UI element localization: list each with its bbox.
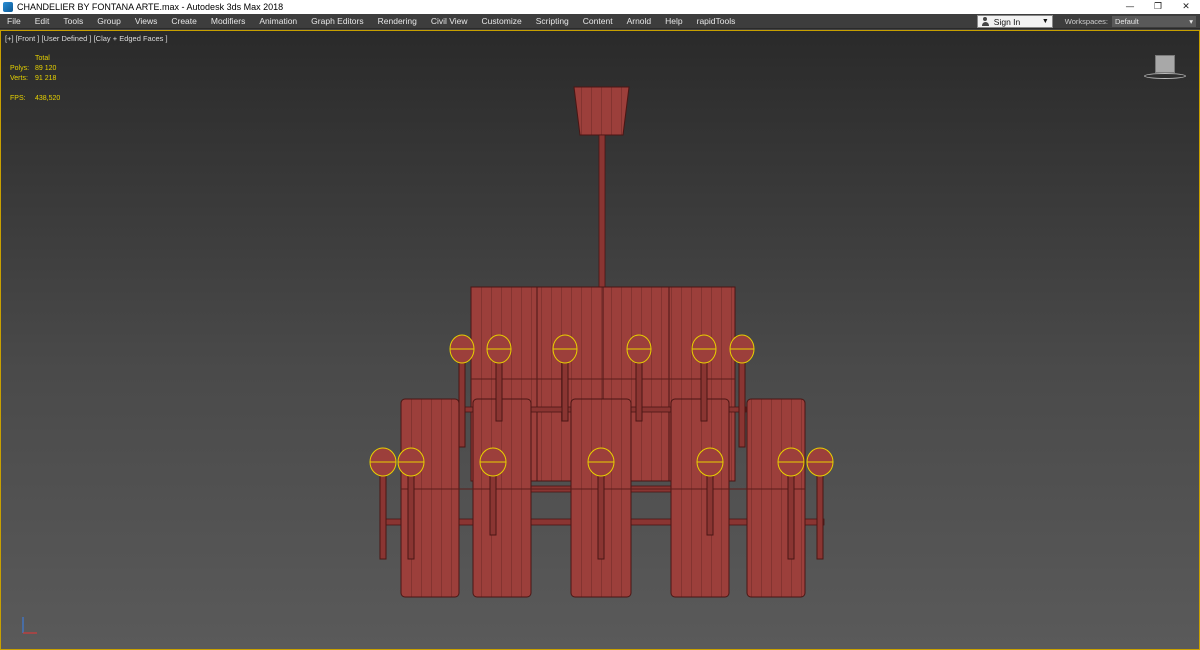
menu-right-group: Sign In ▼ Workspaces: Default ▾ (976, 14, 1200, 29)
close-icon[interactable]: ✕ (1172, 0, 1200, 14)
menu-customize[interactable]: Customize (475, 14, 529, 29)
menu-modifiers[interactable]: Modifiers (204, 14, 252, 29)
chandelier-model[interactable] (1, 31, 1199, 649)
bulb[interactable] (806, 447, 834, 560)
menu-rendering[interactable]: Rendering (371, 14, 424, 29)
front-panel[interactable] (670, 398, 730, 598)
app-icon (3, 2, 13, 12)
menu-graph-editors[interactable]: Graph Editors (304, 14, 370, 29)
workspace-value: Default (1115, 17, 1139, 26)
title-bar: CHANDELIER BY FONTANA ARTE.max - Autodes… (0, 0, 1200, 14)
window-title: CHANDELIER BY FONTANA ARTE.max - Autodes… (17, 2, 284, 12)
sign-in-label: Sign In (993, 16, 1021, 27)
menu-file[interactable]: File (0, 14, 28, 29)
menu-content[interactable]: Content (576, 14, 620, 29)
menu-scripting[interactable]: Scripting (529, 14, 576, 29)
menu-group[interactable]: Group (90, 14, 128, 29)
ceiling-canopy[interactable] (573, 86, 630, 136)
restore-icon[interactable]: ❐ (1144, 0, 1172, 14)
chevron-down-icon: ▾ (1189, 17, 1193, 26)
menu-edit[interactable]: Edit (28, 14, 57, 29)
axis-tripod-icon (22, 617, 37, 634)
minimize-icon[interactable]: — (1116, 0, 1144, 14)
menu-create[interactable]: Create (164, 14, 204, 29)
workspaces-label: Workspaces: (1064, 17, 1108, 26)
front-panel[interactable] (746, 398, 806, 598)
menu-tools[interactable]: Tools (56, 14, 90, 29)
menu-animation[interactable]: Animation (252, 14, 304, 29)
menu-help[interactable]: Help (658, 14, 689, 29)
menu-civil-view[interactable]: Civil View (424, 14, 475, 29)
sign-in-dropdown[interactable]: Sign In ▼ (976, 15, 1053, 28)
front-panel[interactable] (472, 398, 532, 598)
menu-arnold[interactable]: Arnold (620, 14, 659, 29)
bulb[interactable] (369, 447, 397, 560)
chevron-down-icon: ▼ (1041, 18, 1049, 25)
front-viewport[interactable]: [+] [Front ] [User Defined ] [Clay + Edg… (0, 30, 1200, 650)
workspace-select[interactable]: Default ▾ (1112, 16, 1196, 27)
menu-rapidtools[interactable]: rapidTools (690, 14, 743, 29)
menu-views[interactable]: Views (128, 14, 165, 29)
user-icon (981, 17, 990, 26)
menu-bar: File Edit Tools Group Views Create Modif… (0, 14, 1200, 29)
